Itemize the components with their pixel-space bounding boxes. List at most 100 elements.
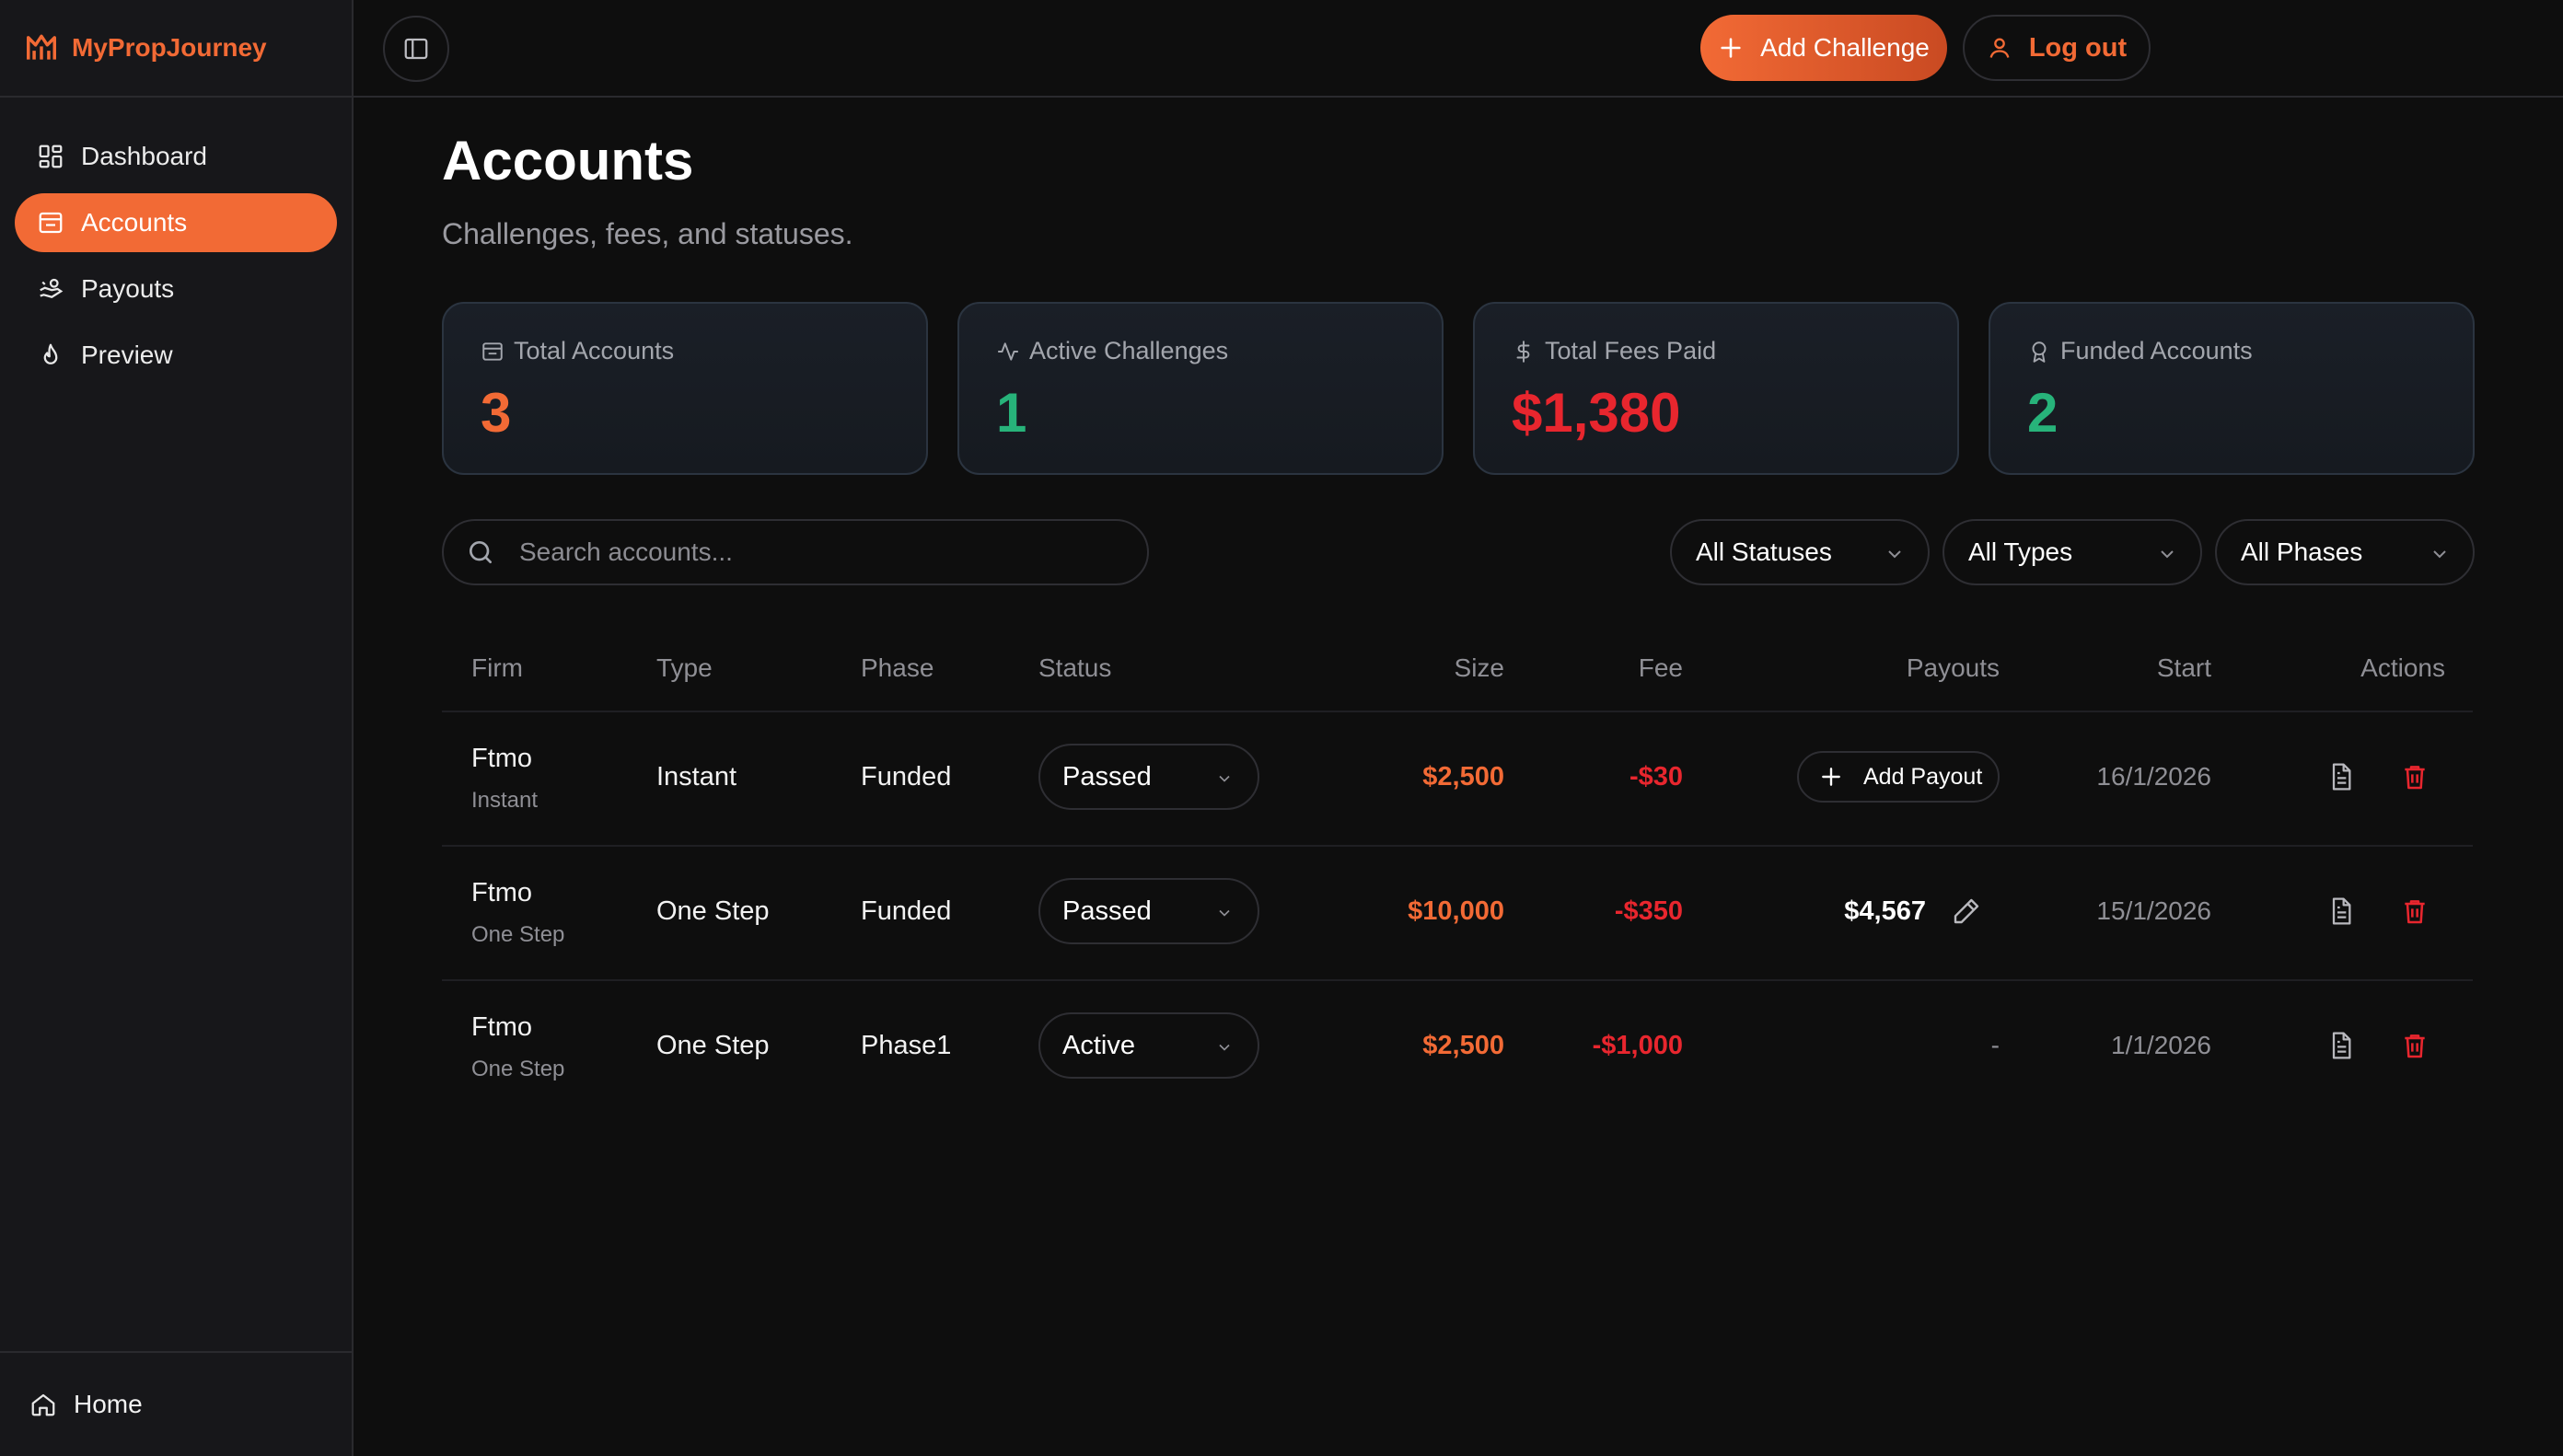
column-header-phase: Phase <box>861 653 934 682</box>
brand[interactable]: MyPropJourney <box>0 0 352 98</box>
document-icon[interactable] <box>2326 1031 2356 1060</box>
add-challenge-button[interactable]: Add Challenge <box>1700 15 1947 81</box>
stat-label-row: Active Challenges <box>996 337 1228 365</box>
sidebar-item-payouts[interactable]: Payouts <box>15 260 337 318</box>
logout-button[interactable]: Log out <box>1963 15 2151 81</box>
payout-empty: - <box>1990 1031 2000 1059</box>
sidebar-toggle-button[interactable] <box>383 16 449 82</box>
chevron-down-icon <box>1219 775 1230 782</box>
status-select[interactable]: Active <box>1038 1012 1259 1079</box>
column-header-start: Start <box>2156 653 2211 682</box>
stat-value: 2 <box>2027 382 2059 444</box>
sidebar-item-accounts[interactable]: Accounts <box>15 193 337 252</box>
chevron-down-icon <box>1888 550 1901 559</box>
stat-value: 1 <box>996 382 1027 444</box>
sidebar-item-label: Dashboard <box>81 142 207 170</box>
size-cell: $2,500 <box>1422 1031 1504 1060</box>
status-select[interactable]: Passed <box>1038 744 1259 810</box>
add-challenge-label: Add Challenge <box>1760 33 1930 62</box>
stat-label-row: Total Fees Paid <box>1512 337 1716 365</box>
chevron-down-icon <box>2161 550 2174 559</box>
topbar: Add Challenge Log out <box>354 0 2563 98</box>
status-filter-select[interactable]: All Statuses <box>1670 519 1930 585</box>
chevron-down-icon <box>1219 909 1230 917</box>
trash-icon[interactable] <box>2400 896 2430 926</box>
stat-value: 3 <box>481 382 512 444</box>
plus-icon <box>1822 768 1840 786</box>
search-icon <box>469 541 492 563</box>
sidebar-item-home[interactable]: Home <box>0 1351 352 1456</box>
logout-label: Log out <box>2028 32 2128 63</box>
type-cell: Instant <box>656 762 737 792</box>
page-title: Accounts <box>442 130 694 191</box>
status-value: Passed <box>1062 761 1152 792</box>
dashboard-icon <box>39 144 63 168</box>
phase-filter-value: All Phases <box>2241 537 2363 566</box>
stat-label: Total Fees Paid <box>1545 337 1717 364</box>
firm-name: Ftmo <box>471 878 533 907</box>
panel-left-icon <box>404 38 428 60</box>
chevron-down-icon <box>1219 1044 1230 1051</box>
stat-value: $1,380 <box>1512 382 1681 444</box>
fee-cell: -$30 <box>1629 762 1683 792</box>
sidebar-item-dashboard[interactable]: Dashboard <box>15 127 337 186</box>
firm-name: Ftmo <box>471 744 533 773</box>
type-filter-select[interactable]: All Types <box>1943 519 2202 585</box>
sidebar-item-label: Accounts <box>81 208 188 237</box>
size-cell: $10,000 <box>1408 896 1504 926</box>
firm-name: Ftmo <box>471 1012 533 1042</box>
phase-cell: Funded <box>861 762 952 792</box>
type-cell: One Step <box>656 896 770 926</box>
sidebar-item-preview[interactable]: Preview <box>15 326 337 385</box>
trash-icon[interactable] <box>2400 1031 2430 1060</box>
wallet-icon <box>39 212 63 234</box>
trash-icon[interactable] <box>2400 762 2430 792</box>
search-placeholder: Search accounts... <box>519 537 733 566</box>
column-header-type: Type <box>656 653 713 682</box>
add-payout-button[interactable]: Add Payout <box>1797 751 2000 803</box>
type-cell: One Step <box>656 1031 770 1060</box>
firm-subtitle: One Step <box>471 922 565 947</box>
document-icon[interactable] <box>2326 896 2356 926</box>
column-header-status: Status <box>1038 653 1112 682</box>
status-value: Passed <box>1062 896 1152 926</box>
type-filter-value: All Types <box>1968 537 2073 566</box>
sidebar-item-label: Payouts <box>81 274 175 303</box>
fee-cell: -$350 <box>1614 896 1683 926</box>
phase-filter-select[interactable]: All Phases <box>2215 519 2475 585</box>
chevron-down-icon <box>2433 550 2446 559</box>
status-filter-value: All Statuses <box>1696 537 1832 566</box>
add-payout-label: Add Payout <box>1863 763 1983 790</box>
stat-card-active-challenges: Active Challenges 1 <box>957 302 1444 475</box>
document-icon[interactable] <box>2326 762 2356 792</box>
brand-name: MyPropJourney <box>72 33 267 62</box>
home-icon <box>31 1393 55 1416</box>
start-date: 15/1/2026 <box>2096 896 2211 925</box>
stat-label-row: Funded Accounts <box>2027 337 2253 365</box>
sidebar-item-label: Home <box>74 1390 143 1418</box>
start-date: 1/1/2026 <box>2111 1031 2211 1059</box>
dollar-icon <box>1516 340 1530 363</box>
pencil-icon[interactable] <box>1952 896 1981 926</box>
award-icon <box>2032 341 2047 363</box>
payout-amount: $4,567 <box>1844 896 1926 926</box>
plus-icon <box>1721 38 1741 58</box>
start-date: 16/1/2026 <box>2096 762 2211 791</box>
flame-icon <box>43 343 58 364</box>
sidebar: MyPropJourney Dashboard Accounts Payouts… <box>0 0 354 1456</box>
stat-label: Funded Accounts <box>2060 337 2253 364</box>
status-value: Active <box>1062 1030 1135 1060</box>
sidebar-item-label: Preview <box>81 341 173 369</box>
search-input[interactable]: Search accounts... <box>442 519 1149 585</box>
status-select[interactable]: Passed <box>1038 878 1259 944</box>
stat-label: Total Accounts <box>514 337 675 364</box>
fee-cell: -$1,000 <box>1592 1031 1683 1060</box>
row-divider <box>442 979 2473 981</box>
wallet-icon <box>482 341 503 361</box>
firm-subtitle: One Step <box>471 1057 565 1081</box>
activity-icon <box>998 341 1018 361</box>
stat-card-total-accounts: Total Accounts 3 <box>442 302 928 475</box>
phase-cell: Funded <box>861 896 952 926</box>
phase-cell: Phase1 <box>861 1031 952 1060</box>
column-header-size: Size <box>1454 653 1504 682</box>
